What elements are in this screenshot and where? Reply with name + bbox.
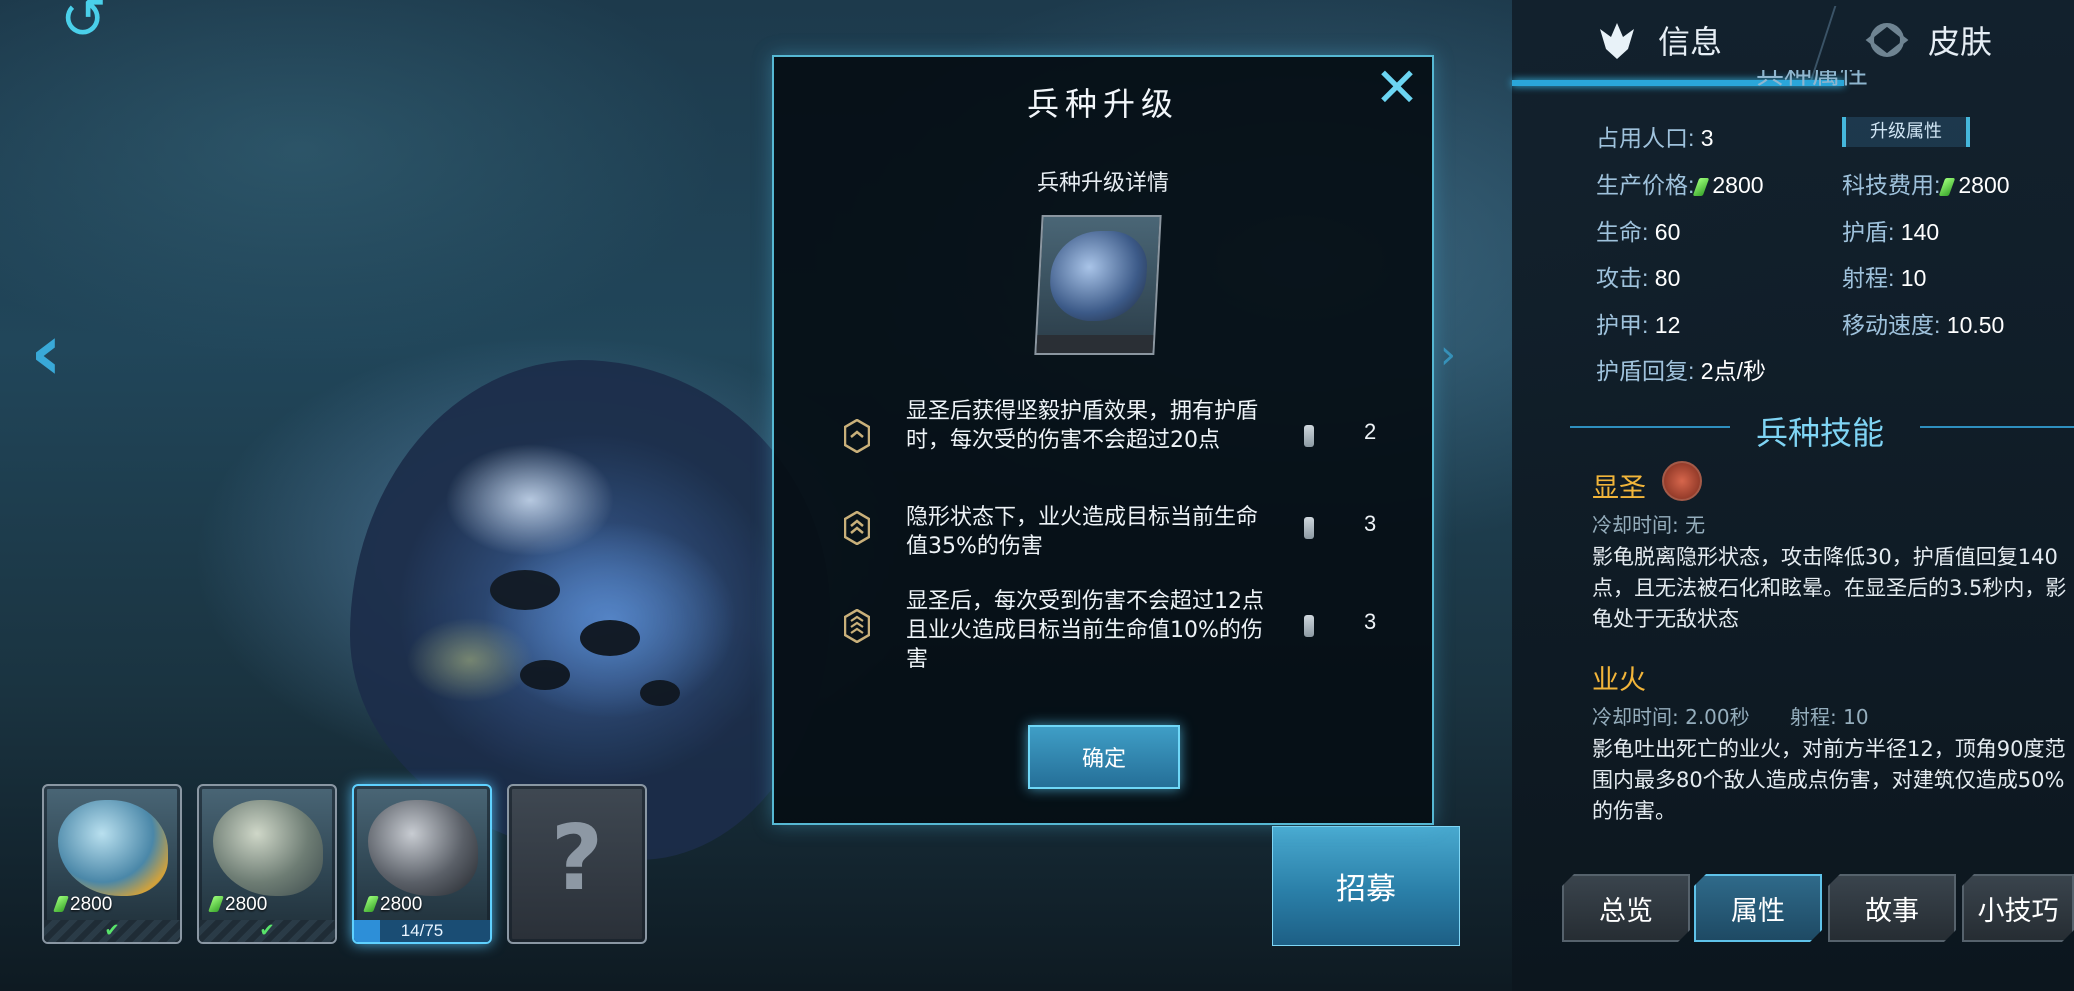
tab-info[interactable]: 信息 (1592, 0, 1722, 80)
crystal-icon (53, 896, 69, 912)
locked-unit-card[interactable]: ? (507, 784, 647, 944)
crystal-icon (208, 896, 224, 912)
unit-cost-value: 2800 (225, 894, 268, 915)
skin-emblem-icon (1865, 23, 1909, 57)
upgrade-cost: 3 (1364, 511, 1377, 536)
unit-portrait (368, 800, 478, 896)
rank-3-icon (844, 609, 870, 643)
stat-range: 射程: 10 (1842, 265, 1927, 291)
next-unit-arrow-icon[interactable]: › (1440, 335, 1464, 375)
stat-hp: 生命: 60 (1596, 219, 1681, 245)
unlocked-check-icon: ✔ (199, 920, 335, 942)
unit-portrait (213, 800, 323, 896)
tab-attributes[interactable]: 属性 (1694, 874, 1822, 942)
skill-cooldown: 冷却时间: 2.00秒 (1592, 705, 1750, 729)
tab-skin-label: 皮肤 (1928, 23, 1993, 61)
unit-cost: 2800 (53, 894, 113, 916)
progress-text: 14/75 (400, 921, 444, 940)
upgrade-row: 显圣后获得坚毅护盾效果，拥有护盾时，每次受的伤害不会超过20点 2 (844, 397, 1376, 477)
unit-card-selected[interactable]: 2800 14/75 (352, 784, 492, 944)
upgrade-cost: 2 (1364, 419, 1377, 444)
tab-story[interactable]: 故事 (1828, 874, 1956, 942)
stat-shield: 护盾: 140 (1842, 219, 1940, 245)
skill-range: 射程: 10 (1790, 705, 1869, 729)
dialog-title: 兵种升级 (1026, 85, 1179, 123)
tab-skin[interactable]: 皮肤 (1862, 0, 1992, 80)
unlocked-check-icon: ✔ (44, 920, 180, 942)
stat-tech-cost: 科技费用: 2800 (1842, 172, 2010, 198)
progress-fill (354, 920, 380, 942)
unit-portrait (58, 800, 168, 896)
skills-section-title: 兵种技能 (1755, 414, 1884, 452)
unit-cost-value: 2800 (70, 894, 113, 915)
dialog-subtitle: 兵种升级详情 (1036, 171, 1169, 196)
skill-description: 影龟吐出死亡的业火，对前方半径12，顶角90度范围内最多80个敌人造成点伤害，对… (1592, 737, 2066, 823)
upgrade-row: 显圣后，每次受到伤害不会超过12点且业火造成目标当前生命值10%的伤害 3 (844, 587, 1376, 672)
skill-description: 影龟脱离隐形状态，攻击降低30，护盾值回复140点，且无法被石化和眩晕。在显圣后… (1592, 545, 2067, 631)
close-icon[interactable]: ✕ (1372, 61, 1422, 115)
wings-icon (1600, 23, 1634, 59)
recruit-button[interactable]: 招募 (1272, 826, 1460, 946)
upgrade-progress-bar: 14/75 (354, 920, 490, 942)
unit-cost: 2800 (208, 894, 268, 916)
unit-upgrade-dialog: 兵种升级 ✕ 兵种升级详情 显圣后获得坚毅护盾效果，拥有护盾时，每次受的伤害不会… (772, 55, 1434, 825)
stat-attack: 攻击: 80 (1596, 265, 1681, 291)
stat-shield-regen: 护盾回复: 2点/秒 (1596, 358, 1766, 384)
section-header-partial: 兵种属性 (1756, 70, 1869, 90)
upgrade-attributes-button[interactable]: 升级属性 (1842, 117, 1970, 147)
upgrade-description: 显圣后获得坚毅护盾效果，拥有护盾时，每次受的伤害不会超过20点 (906, 399, 1259, 453)
unit-card[interactable]: 2800 ✔ (42, 784, 182, 944)
upgrade-material-icon (1304, 517, 1314, 539)
upgrade-unit-portrait (1034, 215, 1162, 355)
tab-info-label: 信息 (1658, 23, 1723, 61)
rank-2-icon (844, 511, 870, 545)
tab-overview[interactable]: 总览 (1562, 874, 1690, 942)
fist-skill-icon (1662, 461, 1702, 501)
upgrade-cost: 3 (1364, 609, 1377, 634)
crystal-icon (1693, 178, 1710, 196)
upgrade-description: 显圣后，每次受到伤害不会超过12点且业火造成目标当前生命值10%的伤害 (906, 589, 1264, 672)
locked-question-mark-icon: ? (550, 806, 604, 911)
back-icon[interactable]: ↺ (60, 0, 140, 48)
stat-production-price: 生产价格: 2800 (1596, 172, 1764, 198)
divider (1920, 426, 2074, 428)
confirm-button[interactable]: 确定 (1028, 725, 1180, 789)
skill-name: 业火 (1592, 665, 1646, 696)
crystal-icon (363, 896, 379, 912)
stat-armor: 护甲: 12 (1596, 312, 1681, 338)
upgrade-material-icon (1304, 615, 1314, 637)
unit-cost: 2800 (363, 894, 423, 916)
unit-cost-value: 2800 (380, 894, 423, 915)
skill-name: 显圣 (1592, 473, 1646, 504)
upgrade-row: 隐形状态下，业火造成目标当前生命值35%的伤害 3 (844, 503, 1376, 583)
tab-tips[interactable]: 小技巧 (1962, 874, 2074, 942)
upgrade-material-icon (1304, 425, 1314, 447)
previous-unit-arrow-icon[interactable]: ‹ (30, 314, 80, 392)
crystal-icon (1939, 178, 1956, 196)
stat-population: 占用人口: 3 (1596, 125, 1714, 151)
stat-move-speed: 移动速度: 10.50 (1842, 312, 2005, 338)
rank-1-icon (844, 419, 870, 453)
upgrade-description: 隐形状态下，业火造成目标当前生命值35%的伤害 (906, 505, 1259, 559)
unit-card[interactable]: 2800 ✔ (197, 784, 337, 944)
skill-cooldown: 冷却时间: 无 (1592, 513, 1706, 537)
